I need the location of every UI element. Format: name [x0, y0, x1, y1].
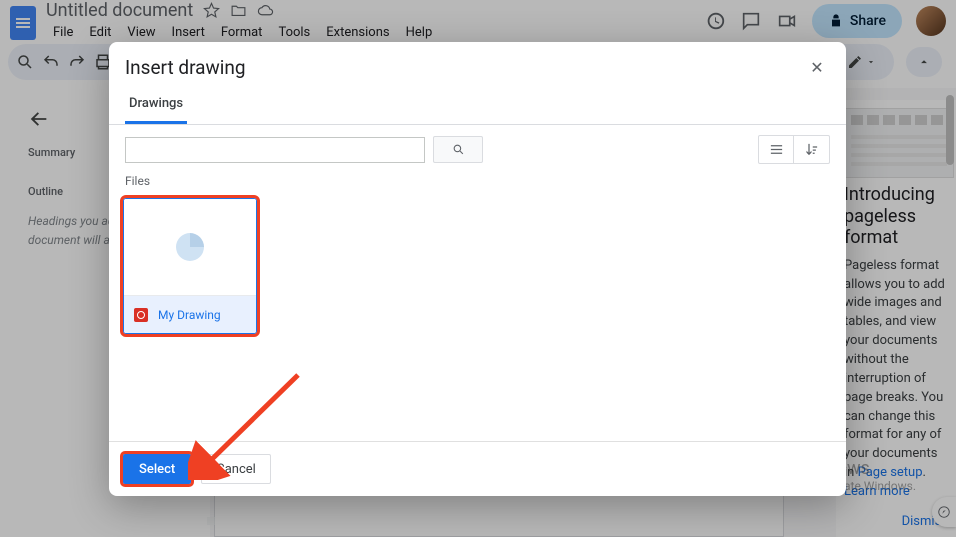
sort-button[interactable] — [794, 136, 829, 163]
tab-drawings[interactable]: Drawings — [125, 90, 187, 124]
files-grid: My Drawing — [109, 192, 846, 441]
close-icon[interactable]: ✕ — [804, 54, 830, 80]
select-button[interactable]: Select — [123, 454, 191, 484]
search-button[interactable] — [433, 136, 483, 163]
search-input[interactable] — [125, 137, 425, 163]
file-name: My Drawing — [158, 308, 221, 322]
list-view-button[interactable] — [759, 136, 794, 163]
insert-drawing-dialog: Insert drawing ✕ Drawings Files My Drawi… — [109, 42, 846, 496]
file-thumbnail — [124, 199, 256, 295]
drawing-type-icon — [134, 308, 148, 322]
cancel-button[interactable]: Cancel — [201, 454, 271, 484]
files-section-label: Files — [109, 174, 846, 192]
file-item-my-drawing[interactable]: My Drawing — [123, 198, 257, 334]
dialog-title: Insert drawing — [125, 56, 246, 79]
